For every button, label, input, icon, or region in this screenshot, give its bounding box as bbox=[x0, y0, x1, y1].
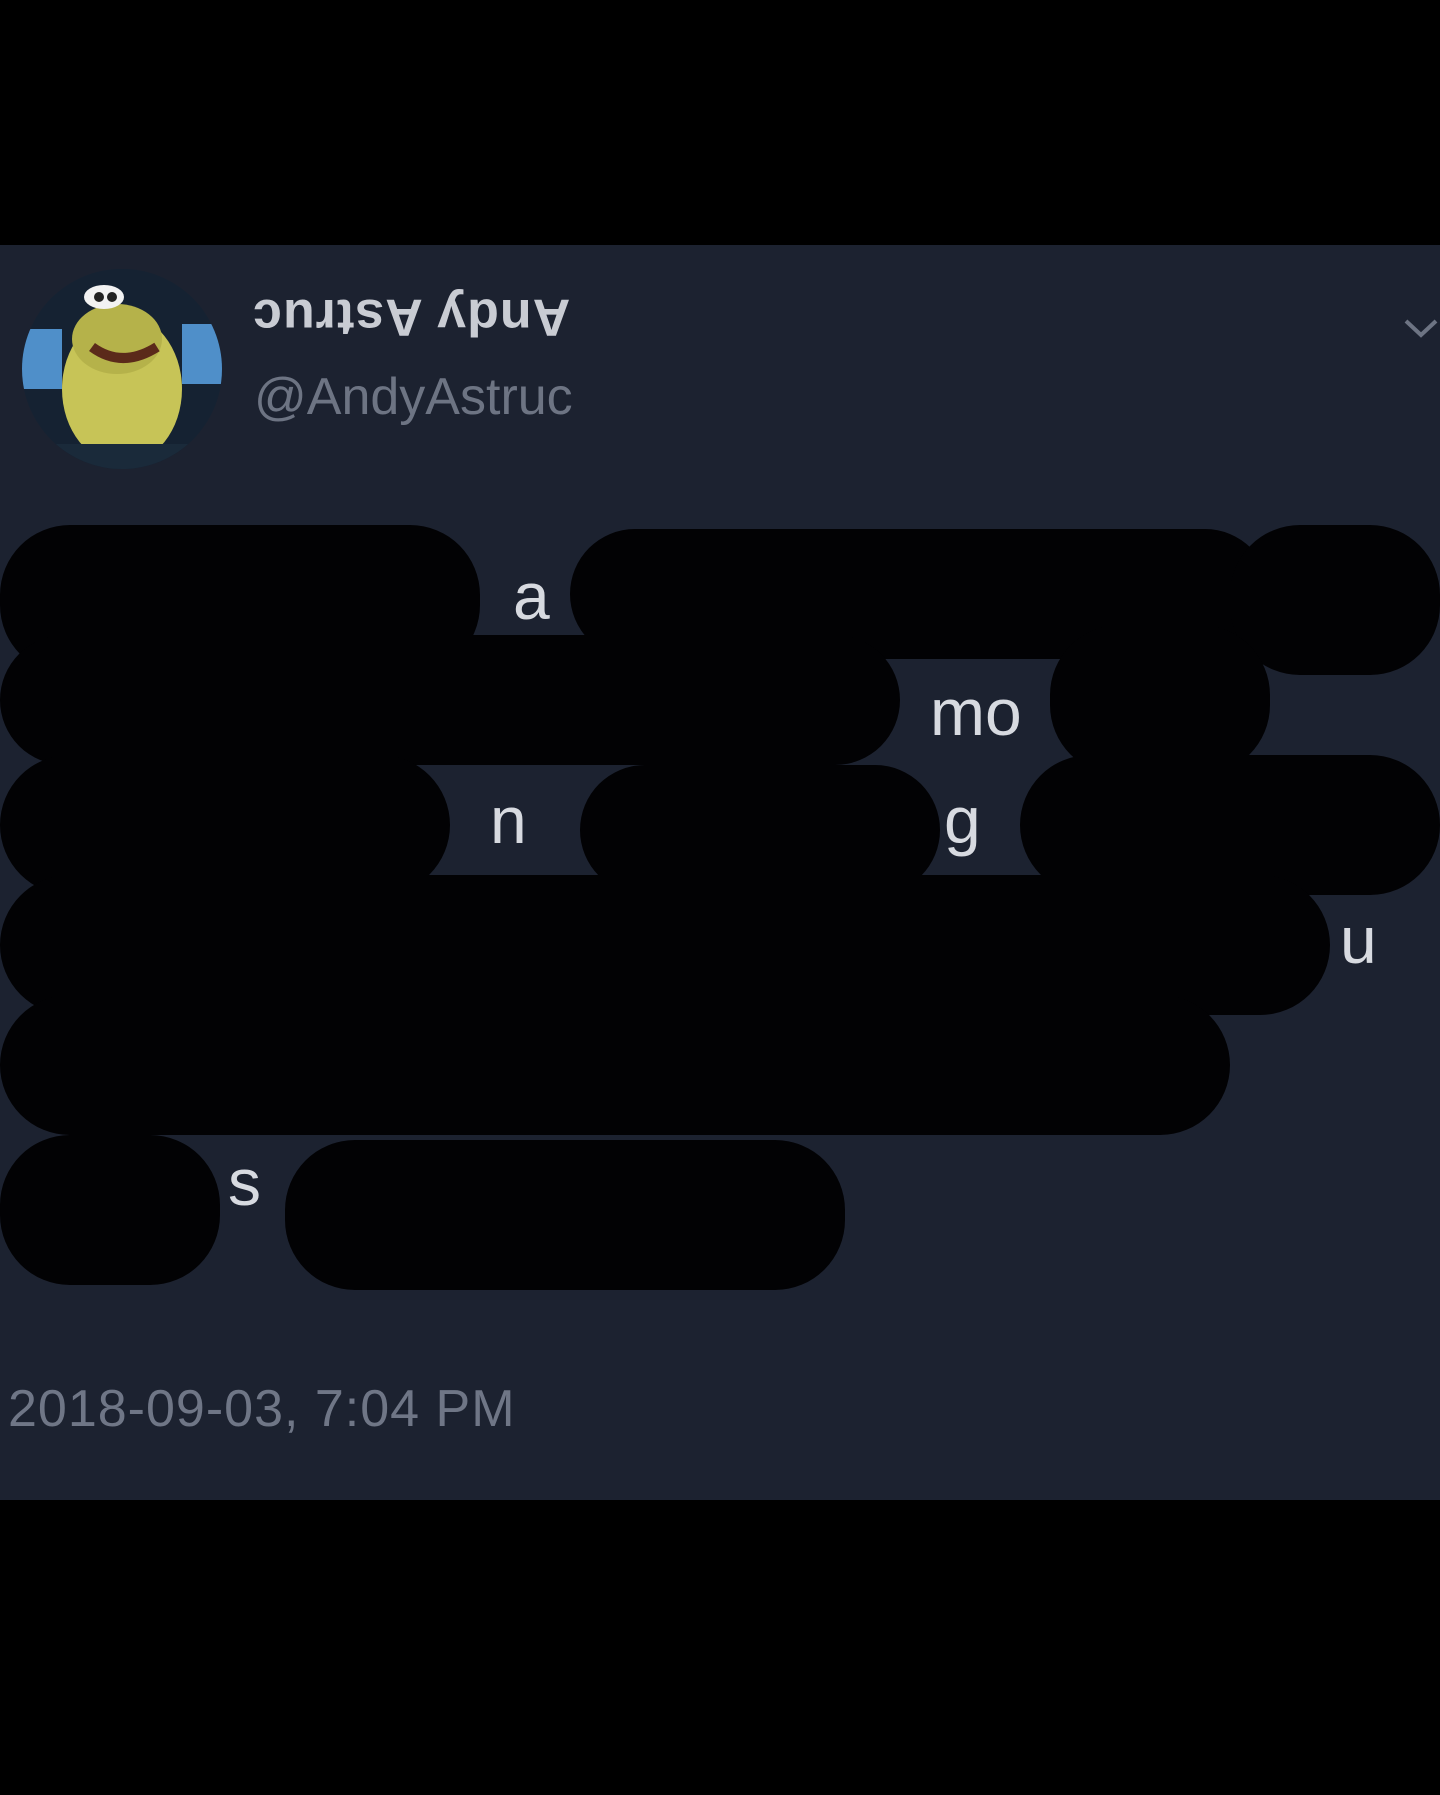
redaction-blob bbox=[1050, 625, 1270, 775]
tweet-header: Andy Astruc @AndyAstruc bbox=[0, 245, 1440, 475]
redaction-blob bbox=[0, 635, 900, 765]
redaction-blob bbox=[0, 995, 1230, 1135]
visible-letter: n bbox=[490, 783, 527, 857]
chevron-down-icon[interactable] bbox=[1402, 313, 1440, 343]
tweet-card[interactable]: Andy Astruc @AndyAstruc a mo n g u s 201… bbox=[0, 245, 1440, 1500]
redaction-blob bbox=[0, 875, 1330, 1015]
user-handle[interactable]: @AndyAstruc bbox=[254, 367, 573, 427]
redaction-blob bbox=[1020, 755, 1440, 895]
tweet-timestamp[interactable]: 2018-09-03, 7:04 PM bbox=[8, 1379, 516, 1439]
tweet-text-redacted: a mo n g u s bbox=[0, 525, 1440, 1375]
avatar-image bbox=[22, 269, 222, 469]
display-name[interactable]: Andy Astruc bbox=[252, 287, 570, 347]
redaction-blob bbox=[285, 1140, 845, 1290]
visible-letter: u bbox=[1340, 903, 1377, 977]
redaction-blob bbox=[1230, 525, 1440, 675]
visible-letter: mo bbox=[930, 675, 1022, 749]
visible-letter: a bbox=[513, 559, 550, 633]
avatar[interactable] bbox=[22, 269, 222, 469]
screenshot-frame: Andy Astruc @AndyAstruc a mo n g u s 201… bbox=[0, 0, 1440, 1795]
redaction-blob bbox=[0, 755, 450, 895]
visible-letter: g bbox=[944, 783, 981, 857]
redaction-blob bbox=[0, 1135, 220, 1285]
visible-letter: s bbox=[228, 1145, 261, 1219]
